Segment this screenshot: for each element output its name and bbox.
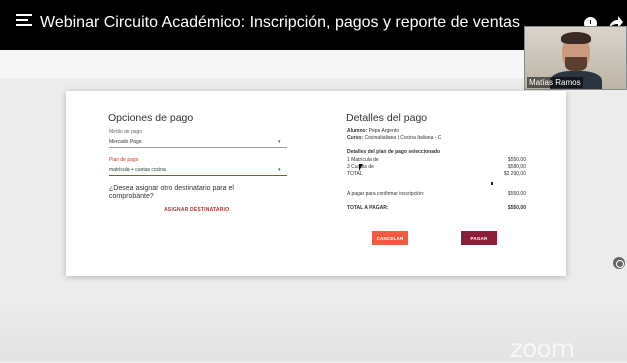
text-cursor-icon (491, 182, 493, 185)
chevron-down-icon[interactable]: ▾ (278, 167, 281, 173)
chevron-down-icon[interactable]: ▾ (278, 139, 281, 145)
plan-pago-label: Plan de pago (109, 157, 139, 163)
total-amount: $550,00 (507, 205, 526, 211)
assign-recipient-link[interactable]: ASIGNAR DESTINATARIO (164, 207, 229, 213)
zoom-logo: zoom (510, 334, 575, 363)
plan-pago-underline (109, 175, 287, 176)
medio-pago-select[interactable]: Mercado Pago (109, 139, 142, 145)
participant-name: Matías Ramos (527, 77, 583, 88)
confirm-label: A pagar para confirmar inscripción: (347, 191, 425, 197)
plan-item-label: TOTAL (347, 171, 363, 177)
payment-options-heading: Opciones de pago (108, 112, 194, 124)
menu-icon[interactable] (16, 14, 32, 28)
zoom-side-icon[interactable] (613, 257, 625, 269)
mouse-cursor-icon (359, 164, 363, 171)
webinar-title: Webinar Circuito Académico: Inscripción,… (40, 14, 520, 31)
cancel-button[interactable]: CANCELAR (372, 231, 408, 245)
plan-item-label: 1 Matrícula de (347, 157, 379, 163)
plan-item-amount: $2.290,00 (503, 171, 526, 177)
participant-video: Matías Ramos (524, 26, 627, 90)
alumno-row: Alumno: Pepe Argento (347, 128, 399, 134)
confirm-amount: $550,00 (507, 191, 526, 197)
curso-row: Curso: CocinaItaliana | Cocina Italiana … (347, 135, 442, 141)
plan-item-amount: $550,00 (507, 157, 526, 163)
pay-button[interactable]: PAGAR (461, 231, 497, 245)
medio-pago-label: Medio de pago (109, 129, 143, 135)
plan-pago-select[interactable]: matrícula + cuotas cocina (109, 167, 166, 173)
plan-details-title: Detalles del plan de pago seleccionado (347, 149, 441, 155)
total-label: TOTAL A PAGAR: (347, 205, 389, 211)
payment-details-heading: Detalles del pago (346, 112, 428, 124)
medio-pago-underline (109, 147, 287, 148)
destinatario-question: ¿Desea asignar otro destinatario para el… (109, 185, 234, 200)
plan-item-amount: $580,00 (507, 164, 526, 170)
